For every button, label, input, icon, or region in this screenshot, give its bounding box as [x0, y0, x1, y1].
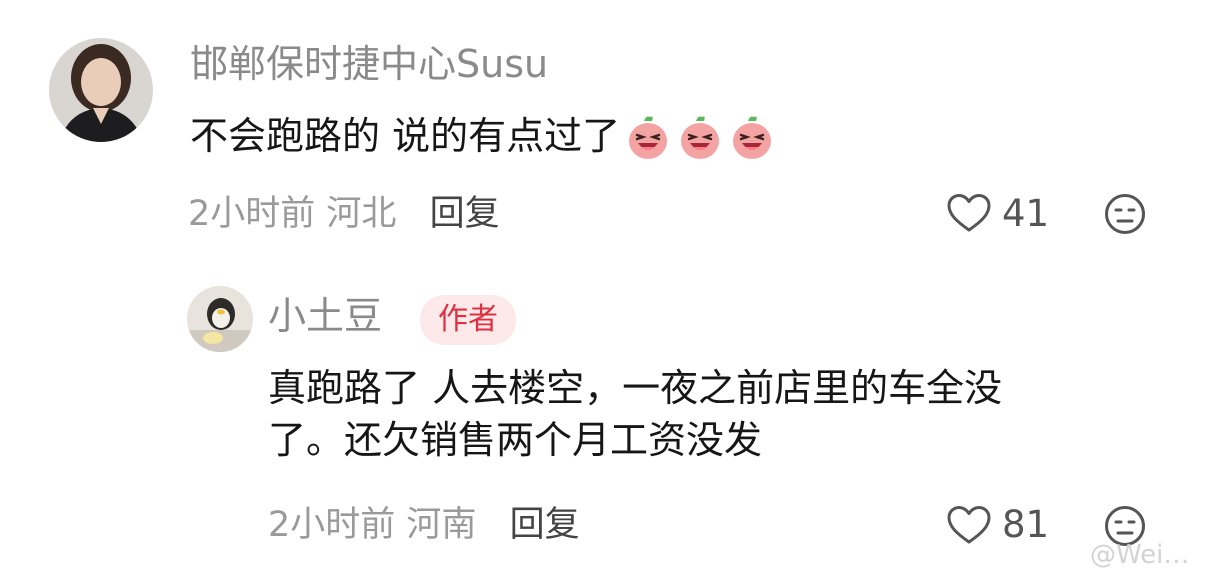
- timestamp: 2小时前: [268, 505, 396, 545]
- laughing-face-icon: [624, 113, 672, 174]
- location: 河北: [326, 194, 397, 234]
- comment-text-body: 不会跑路的 说的有点过了: [190, 114, 621, 158]
- like-count: 41: [1002, 192, 1050, 235]
- avatar[interactable]: [49, 38, 153, 142]
- laughing-face-icon: [676, 113, 724, 174]
- heart-icon: [947, 194, 991, 232]
- like-button[interactable]: [946, 505, 992, 545]
- location: 河南: [406, 505, 477, 545]
- timestamp: 2小时前: [188, 194, 316, 234]
- comment-text: 真跑路了 人去楼空，一夜之前店里的车全没 了。还欠销售两个月工资没发: [268, 362, 1002, 466]
- like-button[interactable]: [946, 193, 992, 233]
- reply-button[interactable]: 回复: [510, 505, 580, 545]
- comment-meta: 2小时前 河南 回复: [268, 503, 580, 547]
- comment-text-line: 真跑路了 人去楼空，一夜之前店里的车全没: [268, 366, 1003, 410]
- comment-meta: 2小时前 河北 回复: [188, 192, 500, 236]
- avatar[interactable]: [187, 286, 253, 352]
- author-badge: 作者: [420, 295, 516, 345]
- watermark: @Wei…: [1090, 540, 1190, 570]
- username[interactable]: 邯郸保时捷中心Susu: [190, 40, 548, 88]
- dislike-face-icon[interactable]: [1104, 193, 1146, 235]
- comment-text: 不会跑路的 说的有点过了: [190, 110, 776, 174]
- heart-icon: [947, 506, 991, 544]
- like-count: 81: [1002, 503, 1050, 546]
- comment-text-line: 了。还欠销售两个月工资没发: [268, 418, 763, 462]
- laughing-face-icon: [728, 113, 776, 174]
- reply-button[interactable]: 回复: [430, 194, 500, 234]
- username[interactable]: 小土豆: [268, 292, 382, 340]
